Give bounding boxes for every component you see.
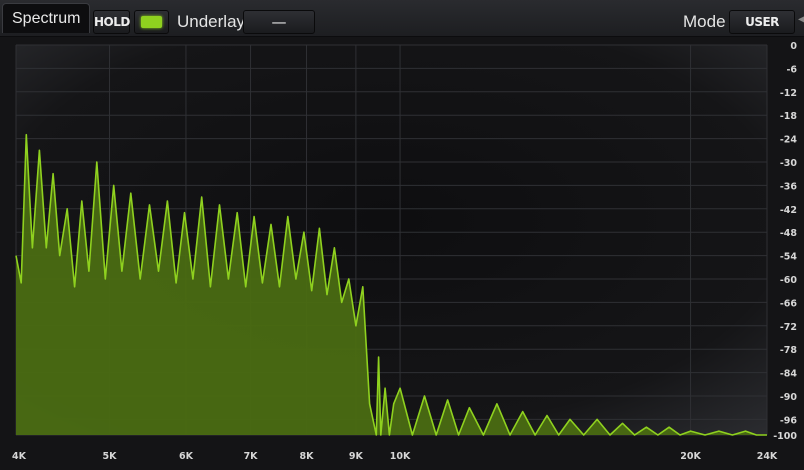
x-tick-label: 5K xyxy=(103,451,118,462)
y-tick-label: -78 xyxy=(780,345,798,356)
y-tick-label: -72 xyxy=(780,322,797,333)
y-tick-label: -100 xyxy=(773,431,797,442)
y-tick-label: -84 xyxy=(780,369,798,380)
y-tick-label: -90 xyxy=(780,392,798,403)
y-tick-label: -48 xyxy=(780,228,798,239)
x-tick-label: 24K xyxy=(757,451,778,462)
y-tick-label: 0 xyxy=(790,41,797,52)
hold-button[interactable]: HOLD xyxy=(93,10,130,34)
underlay-label: Underlay xyxy=(177,12,246,31)
y-tick-label: -54 xyxy=(780,252,798,263)
x-tick-label: 9K xyxy=(349,451,364,462)
y-tick-label: -36 xyxy=(780,181,798,192)
spectrum-plot-area[interactable]: 4K 5K 6K 7K 8K 9K 10K 20K 24K 0 -6 -12 -18 -24 -30 -36… xyxy=(0,36,804,465)
x-tick-label: 10K xyxy=(390,451,411,462)
y-tick-label: -24 xyxy=(780,135,798,146)
mode-select[interactable]: USER xyxy=(729,10,795,34)
y-tick-label: -18 xyxy=(780,111,798,122)
color-swatch-icon xyxy=(141,16,162,28)
x-tick-label: 6K xyxy=(179,451,194,462)
y-tick-label: -6 xyxy=(786,64,797,75)
trace-color-button[interactable] xyxy=(134,10,169,34)
x-tick-label: 4K xyxy=(12,451,27,462)
spectrum-chart: 4K 5K 6K 7K 8K 9K 10K 20K 24K 0 -6 -12 -18 -24 -30 -36… xyxy=(12,41,798,462)
y-tick-label: -96 xyxy=(780,415,798,426)
mode-label: Mode xyxy=(683,12,726,31)
x-tick-label: 7K xyxy=(244,451,259,462)
tab-spectrum-label: Spectrum xyxy=(12,10,81,27)
y-tick-label: -12 xyxy=(780,88,797,99)
underlay-select[interactable]: — xyxy=(243,10,315,34)
y-tick-label: -42 xyxy=(780,205,797,216)
toolbar: Spectrum HOLD Underlay — Mode USER ◀ xyxy=(0,0,804,37)
y-tick-label: -66 xyxy=(780,298,798,309)
y-tick-label: -60 xyxy=(780,275,798,286)
y-tick-label: -30 xyxy=(780,158,798,169)
x-tick-label: 20K xyxy=(680,451,701,462)
x-tick-label: 8K xyxy=(300,451,315,462)
tab-spectrum[interactable]: Spectrum xyxy=(2,3,91,33)
chevron-left-icon[interactable]: ◀ xyxy=(798,14,804,25)
